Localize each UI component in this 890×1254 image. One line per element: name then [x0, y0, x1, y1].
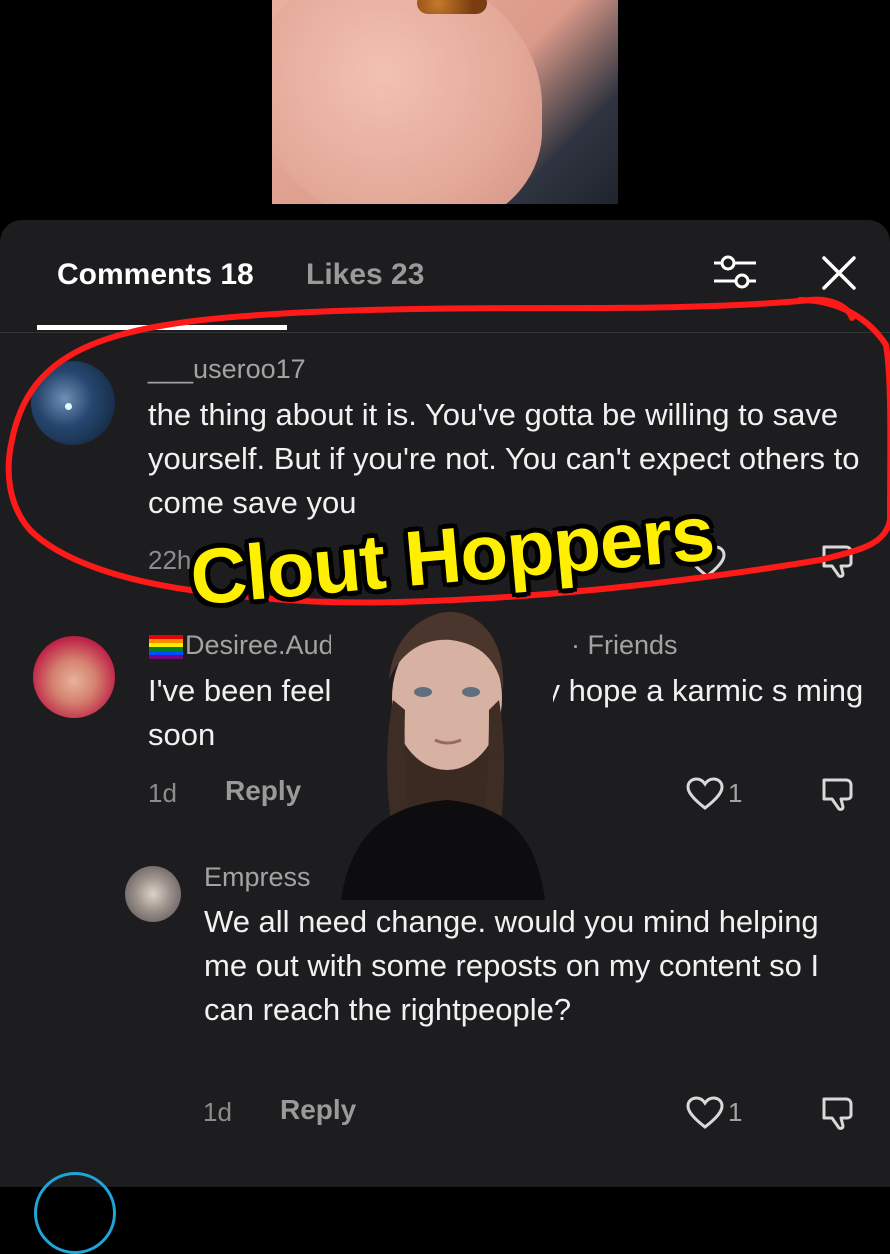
dislike-icon[interactable] — [820, 1095, 858, 1131]
active-tab-indicator — [37, 325, 287, 330]
like-count: 1 — [728, 778, 743, 808]
comment-username[interactable]: Empress — [204, 862, 311, 893]
avatar[interactable] — [31, 361, 115, 445]
comment-username[interactable]: ___useroo17 — [148, 354, 306, 385]
video-frame — [272, 0, 618, 204]
sliders-icon[interactable] — [712, 252, 758, 292]
comment-timestamp: 1d — [148, 778, 177, 808]
tab-bar: Comments 18 Likes 23 — [0, 220, 890, 333]
friends-label: · Friends — [571, 630, 678, 660]
comment-timestamp: 1d — [203, 1097, 232, 1127]
tab-comments[interactable]: Comments 18 — [57, 258, 254, 292]
tab-likes[interactable]: Likes 23 — [306, 258, 424, 292]
ring-image — [417, 0, 487, 14]
avatar[interactable] — [33, 636, 115, 718]
reply-button[interactable]: Reply — [225, 775, 301, 807]
rainbow-flag-icon — [149, 635, 183, 659]
avatar[interactable] — [34, 1172, 116, 1254]
dislike-icon[interactable] — [820, 776, 858, 812]
comment-text: We all need change. would you mind helpi… — [204, 904, 820, 1027]
heart-icon[interactable] — [686, 1096, 724, 1130]
like-count: 1 — [728, 1097, 743, 1127]
dislike-icon[interactable] — [820, 543, 858, 579]
avatar[interactable] — [125, 866, 181, 922]
reply-button[interactable]: Reply — [280, 1094, 356, 1126]
close-icon[interactable] — [818, 252, 860, 294]
hand-image — [272, 0, 542, 204]
heart-icon[interactable] — [686, 777, 724, 811]
